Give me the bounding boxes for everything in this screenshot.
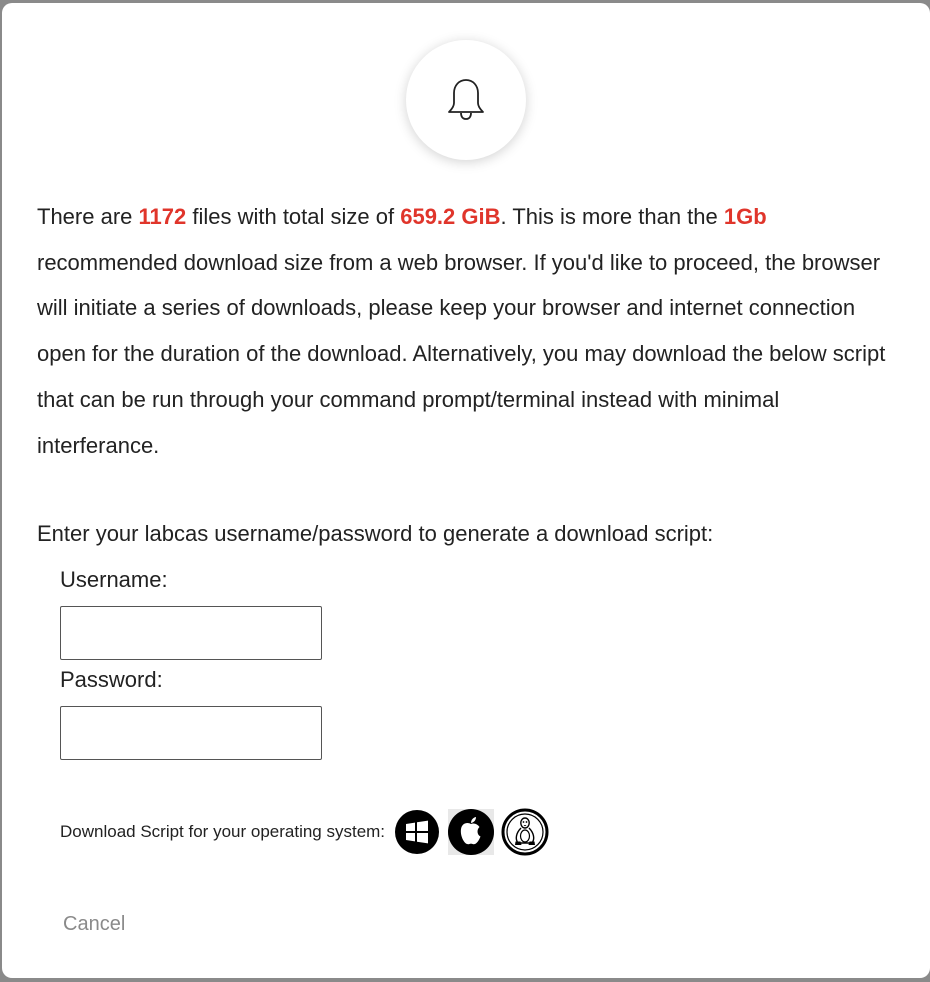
apple-icon[interactable] — [447, 808, 495, 856]
bell-badge — [406, 40, 526, 160]
username-input[interactable] — [60, 606, 322, 660]
cancel-button[interactable]: Cancel — [63, 913, 125, 936]
password-label: Password: — [60, 667, 163, 692]
bell-icon — [448, 79, 484, 120]
os-download-label: Download Script for your operating syste… — [60, 822, 386, 841]
credentials-prompt: Enter your labcas username/password to g… — [37, 521, 714, 546]
password-input[interactable] — [60, 706, 322, 760]
username-label: Username: — [60, 567, 168, 592]
message-text: There are — [37, 204, 139, 229]
total-size: 659.2 GiB — [400, 204, 501, 229]
file-count: 1172 — [138, 204, 187, 229]
os-download-row: Download Script for your operating syste… — [60, 807, 555, 857]
size-limit: 1Gb — [723, 204, 767, 229]
message-text: recommended download size from a web bro… — [37, 249, 886, 458]
linux-icon[interactable] — [501, 808, 549, 856]
download-dialog: There are 1172 files with total size of … — [2, 3, 930, 978]
windows-icon[interactable] — [393, 808, 441, 856]
message-text: . This is more than the — [500, 204, 724, 229]
message-text: files with total size of — [186, 204, 401, 229]
warning-message: There are 1172 files with total size of … — [37, 194, 907, 468]
